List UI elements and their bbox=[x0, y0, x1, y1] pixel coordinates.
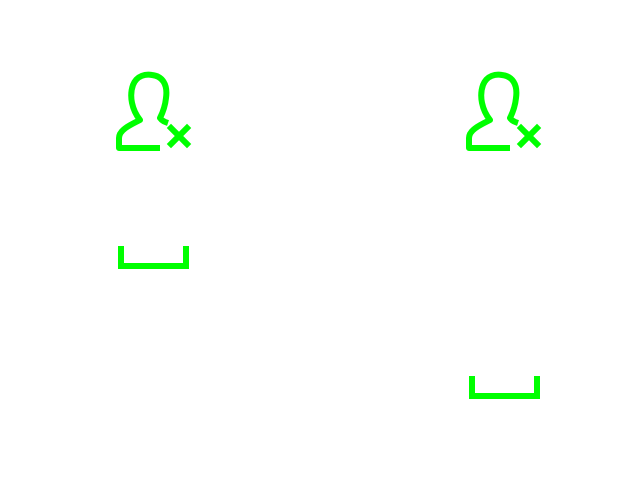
space-bracket-icon-left bbox=[118, 246, 190, 270]
user-remove-icon bbox=[116, 71, 192, 151]
user-remove-icon-right[interactable] bbox=[464, 70, 544, 154]
space-bracket-icon bbox=[469, 376, 540, 399]
user-remove-icon bbox=[466, 71, 542, 151]
space-bracket-icon bbox=[118, 246, 189, 269]
user-remove-icon-left[interactable] bbox=[114, 70, 194, 154]
space-bracket-icon-right bbox=[469, 376, 541, 400]
